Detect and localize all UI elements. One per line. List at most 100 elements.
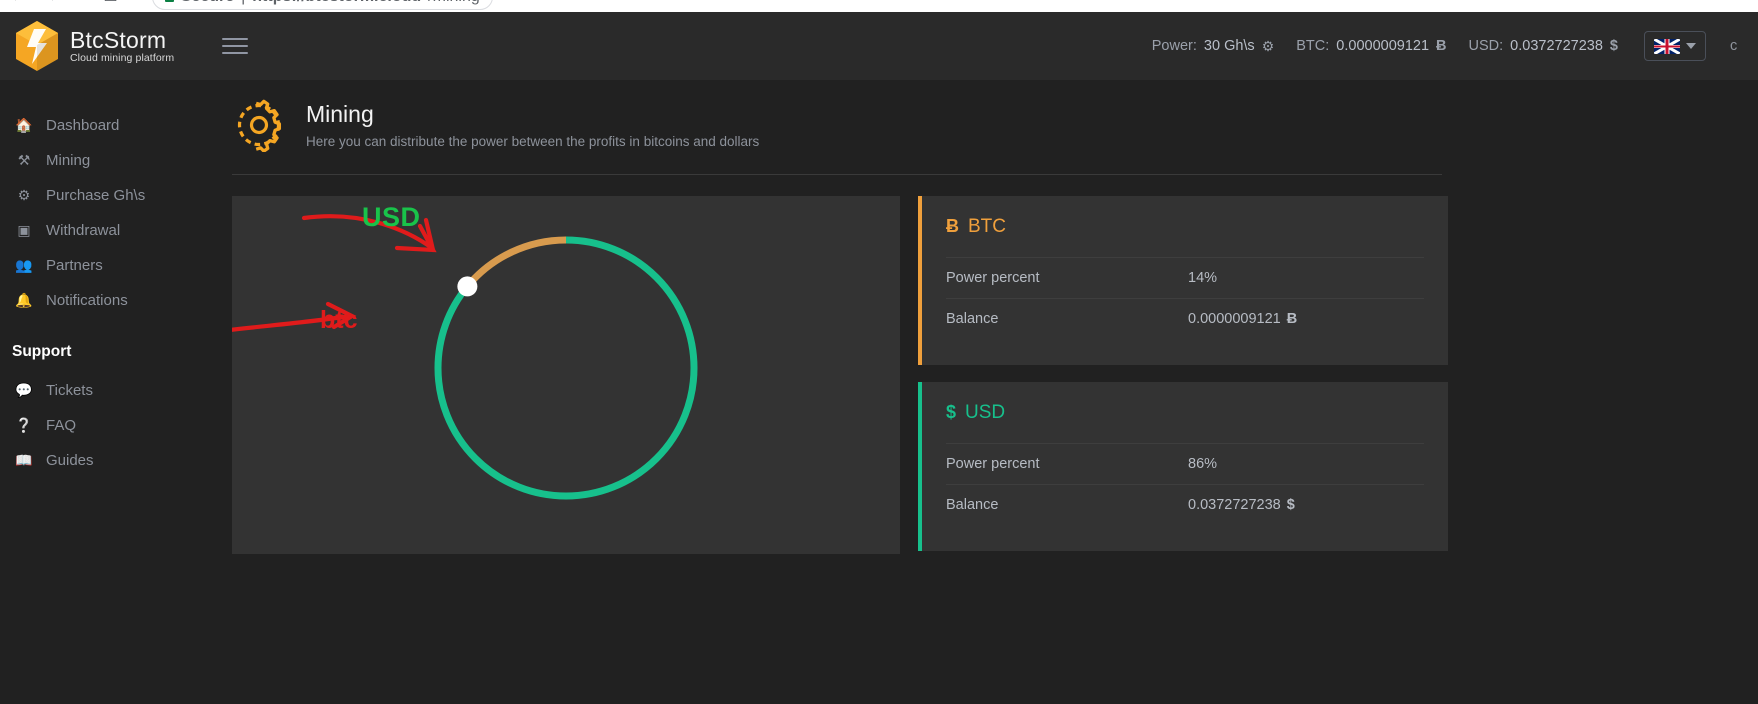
table-row: Power percent 86%: [946, 443, 1424, 484]
money-card-icon: ▣: [17, 221, 31, 238]
uk-flag-icon: [1654, 38, 1680, 54]
stat-usd: USD: 0.0372727238 $: [1469, 38, 1618, 54]
stat-btc-value: 0.0000009121: [1336, 38, 1430, 54]
top-header-bar: BtcStorm Cloud mining platform Power: 30…: [0, 12, 1758, 80]
address-bar[interactable]: Secure | https://btcstorm.cloud/mining: [151, 0, 493, 10]
main-content: Mining Here you can distribute the power…: [232, 80, 1758, 704]
sidebar-item-label: FAQ: [46, 416, 77, 434]
header-divider: [232, 174, 1442, 175]
sidebar-item-label: Notifications: [46, 291, 128, 309]
stat-power-label: Power:: [1151, 38, 1197, 54]
hamburger-line: [222, 38, 248, 40]
sidebar-item-label: Purchase Gh\s: [46, 186, 146, 204]
table-row: Balance 0.0000009121 Ƀ: [946, 298, 1424, 339]
table-row: Power percent 14%: [946, 257, 1424, 298]
sidebar-item-mining[interactable]: ⚒ Mining: [0, 143, 232, 177]
card-usd-title: $ USD: [946, 402, 1424, 424]
row-value: 14%: [1188, 270, 1218, 286]
brand-logo-link[interactable]: BtcStorm Cloud mining platform: [0, 20, 196, 72]
stat-btc-label: BTC:: [1296, 38, 1330, 54]
stat-btc: BTC: 0.0000009121 Ƀ: [1296, 38, 1446, 54]
brand-text: BtcStorm Cloud mining platform: [70, 28, 174, 64]
stat-usd-value: 0.0372727238: [1510, 38, 1603, 54]
bitcoin-symbol-icon: Ƀ: [1286, 311, 1298, 327]
sidebar-item-dashboard[interactable]: 🏠 Dashboard: [0, 108, 232, 142]
users-icon: 👥: [15, 256, 33, 273]
chat-bubble-icon: 💬: [15, 381, 33, 398]
dollar-symbol-icon: $: [1286, 497, 1295, 513]
user-menu-truncated[interactable]: c: [1730, 38, 1752, 54]
sidebar-item-tickets[interactable]: 💬 Tickets: [0, 373, 232, 407]
question-mark-icon: ❔: [15, 416, 33, 433]
url-path: /mining: [428, 0, 480, 5]
table-row: Balance 0.0372727238 $: [946, 484, 1424, 525]
sidebar-item-label: Dashboard: [46, 116, 120, 134]
lock-icon: [164, 0, 174, 2]
hamburger-line: [222, 52, 248, 54]
card-btc: Ƀ BTC Power percent 14% Balance 0.000000…: [918, 196, 1448, 365]
annotation-arrow-btc: [232, 301, 357, 332]
row-value: 86%: [1188, 456, 1218, 472]
sidebar-item-faq[interactable]: ❔ FAQ: [0, 408, 232, 442]
sidebar-item-label: Withdrawal: [46, 221, 121, 239]
row-key: Balance: [946, 311, 999, 327]
bell-icon: 🔔: [15, 291, 33, 308]
ring-drag-handle[interactable]: [457, 276, 478, 297]
language-selector[interactable]: [1644, 31, 1706, 61]
annotation-arrow-usd: [301, 214, 437, 253]
sidebar-item-purchase-ghs[interactable]: ⚙ Purchase Gh\s: [0, 178, 232, 212]
sidebar: 🏠 Dashboard ⚒ Mining ⚙ Purchase Gh\s ▣ W…: [0, 80, 232, 704]
row-value: 0.0000009121: [1188, 311, 1281, 327]
hamburger-menu-icon[interactable]: [222, 33, 248, 59]
gears-icon[interactable]: ⚙: [1262, 38, 1275, 55]
power-distribution-chart-panel[interactable]: USD btc: [232, 196, 900, 554]
browser-nav-controls: ← → ↻ ☐ Secure | https://btcstorm.cloud/…: [0, 0, 793, 12]
chevron-down-icon: [1686, 43, 1696, 49]
page-title-block: Mining Here you can distribute the power…: [306, 101, 759, 149]
sidebar-item-notifications[interactable]: 🔔 Notifications: [0, 283, 232, 317]
bitcoin-symbol-icon: Ƀ: [946, 216, 959, 236]
sidebar-item-label: Partners: [46, 256, 103, 274]
bitcoin-symbol-icon: Ƀ: [1436, 38, 1447, 54]
sidebar-item-label: Tickets: [46, 381, 93, 399]
dollar-symbol-icon: $: [1609, 38, 1618, 54]
card-usd-rows: Power percent 86% Balance 0.0372727238 $: [946, 443, 1424, 525]
sidebar-item-withdrawal[interactable]: ▣ Withdrawal: [0, 213, 232, 247]
hamburger-line: [222, 45, 248, 47]
forward-arrow-icon[interactable]: →: [42, 0, 58, 5]
stat-power-value: 30 Gh\s: [1203, 38, 1255, 54]
card-usd: $ USD Power percent 86% Balance 0.037272…: [918, 382, 1448, 551]
pickaxe-icon: ⚒: [17, 151, 31, 168]
stat-usd-label: USD:: [1468, 38, 1504, 54]
brand-tagline: Cloud mining platform: [70, 52, 175, 65]
btcstorm-bolt-logo-icon: [14, 20, 60, 72]
page-subtitle: Here you can distribute the power betwee…: [306, 133, 760, 149]
browser-chrome: ← → ↻ ☐ Secure | https://btcstorm.cloud/…: [0, 0, 1758, 12]
sidebar-item-label: Mining: [46, 151, 91, 169]
gear-outline-icon: [232, 98, 286, 153]
gears-icon: ⚙: [17, 186, 31, 203]
row-key: Balance: [946, 497, 999, 513]
bookmark-icon[interactable]: ☐: [103, 0, 117, 5]
page-header: Mining Here you can distribute the power…: [232, 80, 1758, 153]
sidebar-section-support: Support: [12, 343, 72, 360]
card-btc-title: Ƀ BTC: [946, 216, 1424, 238]
home-icon: 🏠: [15, 116, 33, 133]
power-ring-slider[interactable]: [232, 196, 900, 554]
omnibox-separator: |: [241, 0, 245, 5]
row-key: Power percent: [946, 456, 1040, 472]
sidebar-item-guides[interactable]: 📖 Guides: [0, 443, 232, 477]
secure-label: Secure: [181, 0, 234, 5]
sidebar-item-partners[interactable]: 👥 Partners: [0, 248, 232, 282]
sidebar-item-label: Guides: [46, 451, 94, 469]
reload-icon[interactable]: ↻: [74, 0, 87, 5]
card-usd-title-text: USD: [965, 402, 1006, 423]
page-title: Mining: [306, 101, 374, 128]
dollar-symbol-icon: $: [946, 402, 957, 422]
back-arrow-icon[interactable]: ←: [10, 0, 26, 5]
card-btc-rows: Power percent 14% Balance 0.0000009121 Ƀ: [946, 257, 1424, 339]
stat-power: Power: 30 Gh\s ⚙: [1152, 38, 1274, 55]
balance-cards: Ƀ BTC Power percent 14% Balance 0.000000…: [918, 196, 1448, 551]
row-key: Power percent: [946, 270, 1040, 286]
card-btc-title-text: BTC: [968, 216, 1006, 237]
